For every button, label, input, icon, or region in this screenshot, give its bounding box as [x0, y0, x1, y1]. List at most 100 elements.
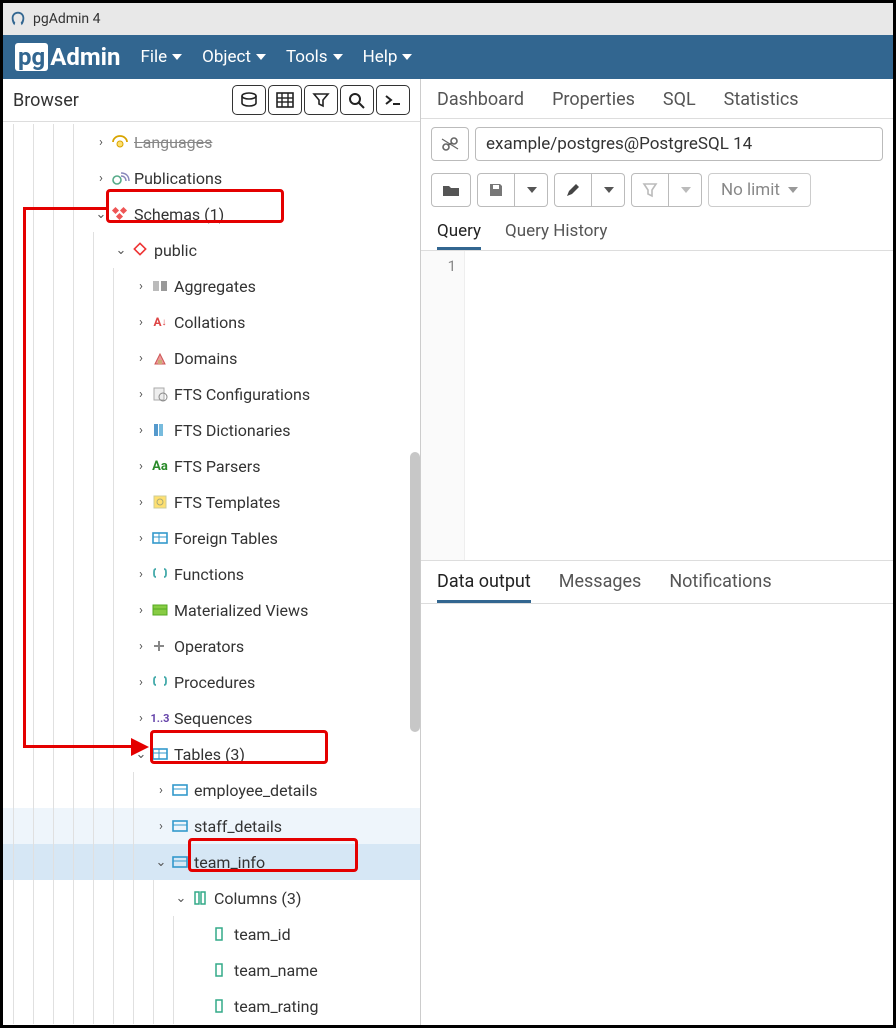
save-dropdown[interactable] [515, 173, 548, 207]
caret-down-icon[interactable]: ⌄ [113, 243, 129, 258]
save-button[interactable] [477, 173, 515, 207]
caret-right-icon[interactable]: › [133, 279, 149, 294]
connection-row: example/postgres@PostgreSQL 14 [421, 119, 893, 169]
search-icon[interactable] [340, 85, 374, 115]
tree-item-languages[interactable]: › Languages [3, 124, 420, 160]
tree-item-team-id[interactable]: · team_id [3, 916, 420, 952]
caret-right-icon[interactable]: › [153, 819, 169, 834]
tree-item-schemas[interactable]: ⌄ Schemas (1) [3, 196, 420, 232]
tab-notifications[interactable]: Notifications [669, 571, 771, 603]
tree-item-operators[interactable]: › Operators [3, 628, 420, 664]
edit-button[interactable] [554, 173, 592, 207]
tab-query-history[interactable]: Query History [505, 221, 607, 250]
chevron-down-icon [256, 54, 266, 60]
caret-right-icon[interactable]: › [133, 315, 149, 330]
caret-right-icon[interactable]: › [93, 171, 109, 186]
main-menu-bar: pgAdmin File Object Tools Help [3, 35, 893, 79]
domains-icon [149, 350, 171, 366]
tree-item-publications[interactable]: › Publications [3, 160, 420, 196]
query-tool-icon[interactable] [232, 85, 266, 115]
tree-item-collations[interactable]: › A↓ Collations [3, 304, 420, 340]
caret-down-icon[interactable]: ⌄ [133, 747, 149, 762]
tree-item-staff-details[interactable]: › staff_details [3, 808, 420, 844]
edit-group [554, 173, 625, 207]
caret-right-icon[interactable]: › [93, 135, 109, 150]
tree-item-team-rating[interactable]: · team_rating [3, 988, 420, 1024]
tree-item-public[interactable]: ⌄ public [3, 232, 420, 268]
window-title-bar: pgAdmin 4 [3, 3, 893, 35]
sequences-icon: 1..3 [149, 712, 171, 725]
tree-item-team-name[interactable]: · team_name [3, 952, 420, 988]
line-number: 1 [421, 257, 456, 275]
caret-right-icon[interactable]: › [133, 567, 149, 582]
filter-button[interactable] [631, 173, 669, 207]
tab-dashboard[interactable]: Dashboard [437, 89, 524, 110]
chevron-down-icon [402, 54, 412, 60]
tab-properties[interactable]: Properties [552, 89, 635, 110]
tree-item-foreign-tables[interactable]: › Foreign Tables [3, 520, 420, 556]
tree-item-columns[interactable]: ⌄ Columns (3) [3, 880, 420, 916]
column-icon [209, 998, 231, 1014]
caret-right-icon[interactable]: › [133, 675, 149, 690]
columns-icon [189, 890, 211, 906]
tree-item-fts-templates[interactable]: › FTS Templates [3, 484, 420, 520]
connection-string[interactable]: example/postgres@PostgreSQL 14 [475, 127, 883, 161]
caret-down-icon[interactable]: ⌄ [93, 207, 109, 222]
filter-group [631, 173, 702, 207]
object-tree[interactable]: › Languages › Publications ⌄ Schemas (1)… [3, 122, 420, 1025]
filter-dropdown[interactable] [669, 173, 702, 207]
tab-messages[interactable]: Messages [559, 571, 642, 603]
scrollbar[interactable] [410, 452, 420, 732]
caret-right-icon[interactable]: › [153, 783, 169, 798]
tab-query[interactable]: Query [437, 221, 481, 250]
table-icon [169, 782, 191, 798]
menu-object[interactable]: Object [202, 47, 266, 67]
caret-down-icon[interactable]: ⌄ [173, 891, 189, 906]
tree-item-fts-parsers[interactable]: › Aa FTS Parsers [3, 448, 420, 484]
column-icon [209, 926, 231, 942]
connection-status-icon[interactable] [431, 127, 469, 161]
caret-right-icon[interactable]: › [133, 459, 149, 474]
tree-item-domains[interactable]: › Domains [3, 340, 420, 376]
aggregates-icon [149, 278, 171, 294]
caret-right-icon[interactable]: › [133, 351, 149, 366]
editor-body[interactable] [465, 251, 893, 560]
menu-help[interactable]: Help [363, 47, 413, 67]
caret-right-icon[interactable]: › [133, 711, 149, 726]
open-file-button[interactable] [431, 173, 471, 207]
tree-item-functions[interactable]: › Functions [3, 556, 420, 592]
tab-sql[interactable]: SQL [663, 89, 696, 110]
tree-item-procedures[interactable]: › Procedures [3, 664, 420, 700]
tree-item-sequences[interactable]: › 1..3 Sequences [3, 700, 420, 736]
menu-tools[interactable]: Tools [286, 47, 343, 67]
caret-right-icon[interactable]: › [133, 387, 149, 402]
caret-down-icon[interactable]: ⌄ [153, 855, 169, 870]
tree-item-aggregates[interactable]: › Aggregates [3, 268, 420, 304]
tab-statistics[interactable]: Statistics [724, 89, 799, 110]
mat-views-icon [149, 602, 171, 618]
tree-item-fts-configurations[interactable]: › FTS Configurations [3, 376, 420, 412]
tab-data-output[interactable]: Data output [437, 571, 531, 603]
tree-item-team-info[interactable]: ⌄ team_info [3, 844, 420, 880]
psql-icon[interactable] [376, 85, 410, 115]
brand-pg: pg [15, 43, 48, 71]
tree-item-employee-details[interactable]: › employee_details [3, 772, 420, 808]
tree-item-fts-dictionaries[interactable]: › FTS Dictionaries [3, 412, 420, 448]
tree-item-tables[interactable]: ⌄ Tables (3) [3, 736, 420, 772]
caret-right-icon[interactable]: › [133, 531, 149, 546]
caret-right-icon[interactable]: › [133, 639, 149, 654]
functions-icon [149, 566, 171, 582]
limit-dropdown[interactable]: No limit [708, 173, 811, 207]
save-group [477, 173, 548, 207]
filter-rows-icon[interactable] [304, 85, 338, 115]
edit-dropdown[interactable] [592, 173, 625, 207]
sql-editor[interactable]: 1 [421, 251, 893, 561]
fts-dict-icon [149, 422, 171, 438]
caret-right-icon[interactable]: › [133, 495, 149, 510]
schema-icon [129, 242, 151, 258]
tree-item-materialized-views[interactable]: › Materialized Views [3, 592, 420, 628]
menu-file[interactable]: File [140, 47, 182, 67]
caret-right-icon[interactable]: › [133, 423, 149, 438]
view-data-icon[interactable] [268, 85, 302, 115]
caret-right-icon[interactable]: › [133, 603, 149, 618]
